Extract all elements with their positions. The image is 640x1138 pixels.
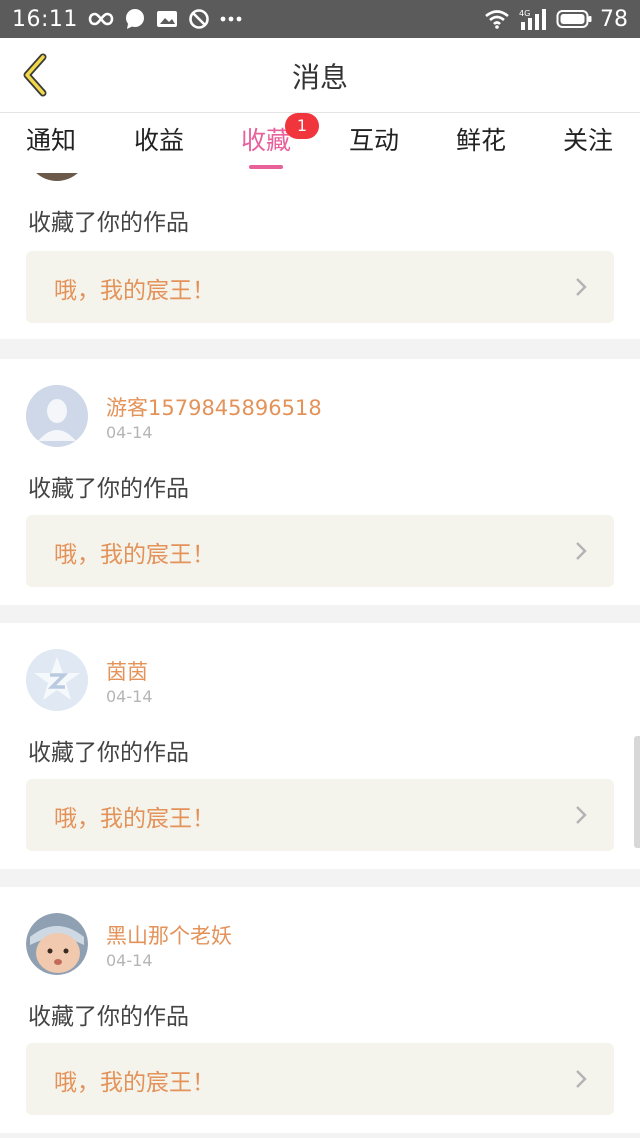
tab-favorites[interactable]: 收藏 1: [241, 113, 319, 169]
avatar[interactable]: [26, 385, 88, 447]
work-link[interactable]: 哦，我的宸王！: [26, 1043, 614, 1115]
page-title: 消息: [291, 61, 348, 94]
unread-badge: 1: [285, 113, 319, 139]
action-text: 收藏了你的作品: [28, 1004, 189, 1030]
tab-bar: 通知 收益 收藏 1 互动 鲜花 关注: [0, 113, 640, 173]
tab-interaction[interactable]: 互动: [349, 123, 399, 163]
baby-photo-icon: [26, 913, 88, 975]
status-bar: 16:11 4G 78: [0, 0, 640, 38]
tab-label: 通知: [26, 126, 77, 155]
chevron-right-icon: [576, 542, 587, 560]
wifi-icon: [484, 9, 510, 29]
more-dots-icon: [220, 16, 242, 22]
tab-flowers[interactable]: 鲜花: [456, 123, 506, 163]
do-not-disturb-icon: [188, 8, 210, 30]
work-link[interactable]: 哦，我的宸王！: [26, 779, 614, 851]
avatar[interactable]: [26, 913, 88, 975]
cell-signal-icon: 4G: [518, 8, 548, 30]
work-link[interactable]: 哦，我的宸王！: [26, 251, 614, 323]
message-date: 04-14: [106, 423, 153, 442]
avatar[interactable]: [26, 173, 88, 181]
qq-star-icon: [26, 649, 88, 711]
tab-label: 收益: [134, 126, 185, 155]
image-message-icon: [156, 9, 178, 29]
header-bar: 消息: [0, 38, 640, 113]
message-card: 收藏了你的作品 哦，我的宸王！: [0, 173, 640, 339]
user-name[interactable]: 黑山那个老妖: [106, 920, 232, 950]
work-link[interactable]: 哦，我的宸王！: [26, 515, 614, 587]
work-title: 哦，我的宸王！: [54, 806, 215, 832]
scrollbar[interactable]: [634, 736, 640, 848]
tab-notice[interactable]: 通知: [26, 123, 76, 163]
action-text: 收藏了你的作品: [28, 210, 189, 236]
infinity-icon: [88, 11, 114, 27]
chat-bubble-icon: [124, 8, 146, 30]
message-card: 黑山那个老妖 04-14 收藏了你的作品 哦，我的宸王！: [0, 887, 640, 1133]
tab-follow[interactable]: 关注: [563, 123, 613, 163]
battery-icon: [556, 9, 592, 29]
message-list[interactable]: 收藏了你的作品 哦，我的宸王！ 游客1579845896518 04-14 收藏…: [0, 173, 640, 1138]
work-title: 哦，我的宸王！: [54, 278, 215, 304]
default-person-icon: [26, 385, 88, 447]
tab-earnings[interactable]: 收益: [134, 123, 184, 163]
tab-label: 关注: [563, 126, 614, 155]
avatar[interactable]: [26, 649, 88, 711]
active-tab-indicator: [249, 165, 283, 169]
tab-label: 收藏: [241, 126, 292, 155]
user-name[interactable]: 茵茵: [106, 656, 148, 686]
chevron-right-icon: [576, 1070, 587, 1088]
message-card: 游客1579845896518 04-14 收藏了你的作品 哦，我的宸王！: [0, 359, 640, 605]
battery-level: 78: [600, 6, 628, 32]
chevron-right-icon: [576, 278, 587, 296]
user-name[interactable]: 游客1579845896518: [106, 392, 322, 422]
tab-label: 互动: [349, 126, 400, 155]
action-text: 收藏了你的作品: [28, 476, 189, 502]
work-title: 哦，我的宸王！: [54, 1070, 215, 1096]
action-text: 收藏了你的作品: [28, 740, 189, 766]
tab-label: 鲜花: [456, 126, 507, 155]
status-time: 16:11: [12, 6, 78, 32]
message-date: 04-14: [106, 951, 153, 970]
work-title: 哦，我的宸王！: [54, 542, 215, 568]
network-type-label: 4G: [519, 9, 530, 18]
chevron-right-icon: [576, 806, 587, 824]
message-date: 04-14: [106, 687, 153, 706]
message-card: 茵茵 04-14 收藏了你的作品 哦，我的宸王！: [0, 623, 640, 869]
